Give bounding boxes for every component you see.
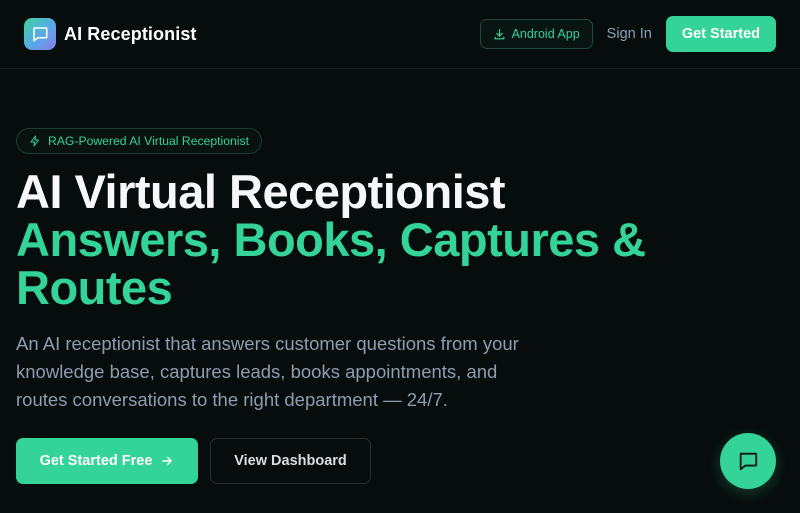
get-started-button[interactable]: Get Started xyxy=(665,16,776,52)
hero-badge: RAG-Powered AI Virtual Receptionist xyxy=(16,128,262,154)
android-app-label: Android App xyxy=(511,27,580,41)
get-started-free-button[interactable]: Get Started Free xyxy=(16,438,198,484)
chat-widget-button[interactable] xyxy=(720,433,776,489)
brand-name: AI Receptionist xyxy=(64,23,197,44)
header-nav: Android App Sign In Get Started xyxy=(479,16,776,52)
android-app-button[interactable]: Android App xyxy=(479,19,593,49)
hero-description: An AI receptionist that answers customer… xyxy=(16,333,519,410)
logo-chat-bubble-icon xyxy=(24,18,56,50)
hero-title-line2: Answers, Books, Captures & Routes xyxy=(16,213,646,314)
view-dashboard-button[interactable]: View Dashboard xyxy=(210,438,371,484)
brand[interactable]: AI Receptionist xyxy=(24,18,197,50)
hero-title: AI Virtual Receptionist Answers, Books, … xyxy=(16,168,776,312)
chat-bubble-icon xyxy=(737,450,759,472)
top-navbar: AI Receptionist Android App Sign In Get … xyxy=(0,0,800,69)
arrow-right-icon xyxy=(160,454,174,468)
hero-badge-label: RAG-Powered AI Virtual Receptionist xyxy=(48,134,249,148)
get-started-free-label: Get Started Free xyxy=(39,453,153,469)
hero-title-line1: AI Virtual Receptionist xyxy=(16,165,506,218)
lightning-icon xyxy=(29,135,41,147)
download-icon xyxy=(493,28,506,41)
sign-in-link[interactable]: Sign In xyxy=(605,26,654,42)
